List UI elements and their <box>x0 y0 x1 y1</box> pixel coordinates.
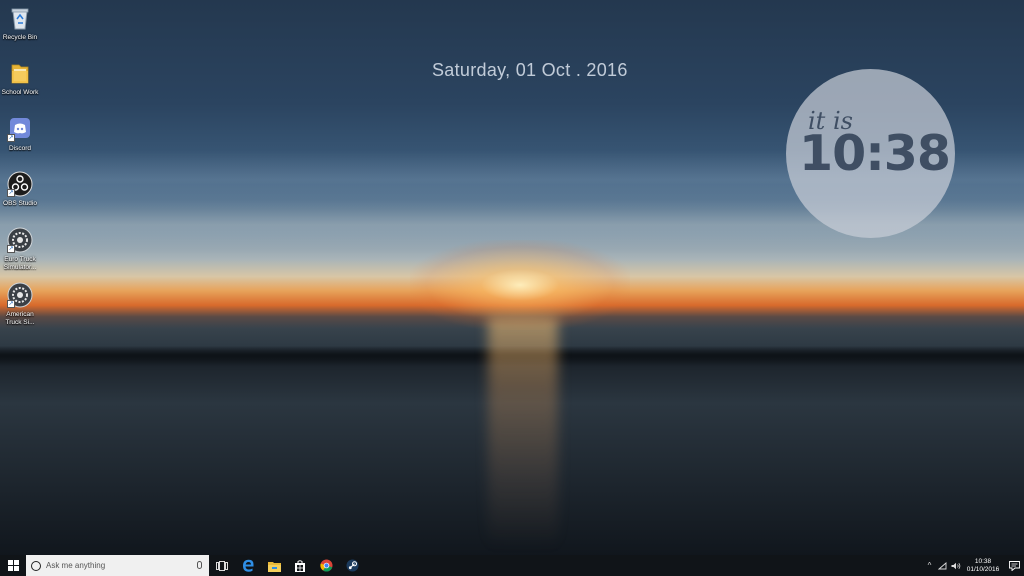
volume-icon[interactable] <box>949 555 962 576</box>
desktop-icon-label: OBS Studio <box>3 200 37 207</box>
start-button[interactable] <box>0 555 26 576</box>
desktop-icon-school-work[interactable]: School Work <box>0 60 40 97</box>
task-view-icon <box>216 560 228 571</box>
taskbar-chrome[interactable] <box>313 555 339 576</box>
network-icon[interactable] <box>936 555 949 576</box>
desktop-icon-discord[interactable]: ↗ Discord <box>0 116 40 153</box>
wallpaper-shore <box>0 346 1024 366</box>
chevron-up-icon[interactable]: ^ <box>923 555 936 576</box>
desktop-icon-obs-studio[interactable]: ↗ OBS Studio <box>0 171 40 208</box>
taskbar: Ask me anything ^ 10:38 01/10/2016 <box>0 555 1024 576</box>
desktop-icon-label: Recycle Bin <box>2 34 38 41</box>
recycle-bin-icon <box>7 5 33 31</box>
desktop-icon-american-truck[interactable]: ↗ American Truck Si... <box>0 282 40 327</box>
date-widget: Saturday, 01 Oct . 2016 <box>432 60 628 80</box>
taskbar-file-explorer[interactable] <box>261 555 287 576</box>
desktop-icon-label: Euro Truck Simulator... <box>3 256 37 271</box>
store-icon <box>295 559 305 572</box>
taskbar-clock[interactable]: 10:38 01/10/2016 <box>962 558 1004 574</box>
notification-icon <box>1008 560 1020 571</box>
clock-widget: it is 10:38 <box>786 69 955 238</box>
shortcut-arrow-icon: ↗ <box>7 134 15 142</box>
shortcut-arrow-icon: ↗ <box>7 300 15 308</box>
steam-icon <box>346 559 358 572</box>
search-placeholder: Ask me anything <box>46 561 106 570</box>
file-explorer-icon <box>267 561 281 572</box>
cortana-icon <box>31 560 41 571</box>
folder-icon <box>7 60 33 86</box>
taskbar-date: 01/10/2016 <box>966 565 1000 573</box>
clock-time: 10:38 <box>799 125 951 182</box>
desktop-icon-euro-truck[interactable]: ↗ Euro Truck Simulator... <box>0 227 40 272</box>
discord-icon: ↗ <box>7 116 33 142</box>
desktop-icon-label: School Work <box>1 89 39 96</box>
chrome-icon <box>319 559 332 572</box>
taskbar-time: 10:38 <box>974 557 992 565</box>
taskbar-store[interactable] <box>287 555 313 576</box>
wallpaper-sun <box>410 240 630 330</box>
obs-icon: ↗ <box>7 171 33 197</box>
shortcut-arrow-icon: ↗ <box>7 189 15 197</box>
task-view-button[interactable] <box>209 555 235 576</box>
desktop-icon-label: Discord <box>8 145 32 152</box>
microphone-icon[interactable] <box>197 561 202 569</box>
action-center-button[interactable] <box>1004 555 1024 576</box>
windows-logo-icon <box>7 560 19 571</box>
cortana-search-box[interactable]: Ask me anything <box>26 555 209 576</box>
shortcut-arrow-icon: ↗ <box>7 245 15 253</box>
taskbar-edge[interactable] <box>235 555 261 576</box>
euro-truck-icon: ↗ <box>7 227 33 253</box>
edge-icon <box>242 559 253 572</box>
desktop-icon-label: American Truck Si... <box>5 311 35 326</box>
taskbar-steam[interactable] <box>339 555 365 576</box>
desktop-icon-recycle-bin[interactable]: Recycle Bin <box>0 5 40 42</box>
american-truck-icon: ↗ <box>7 282 33 308</box>
system-tray: ^ 10:38 01/10/2016 <box>923 555 1024 576</box>
